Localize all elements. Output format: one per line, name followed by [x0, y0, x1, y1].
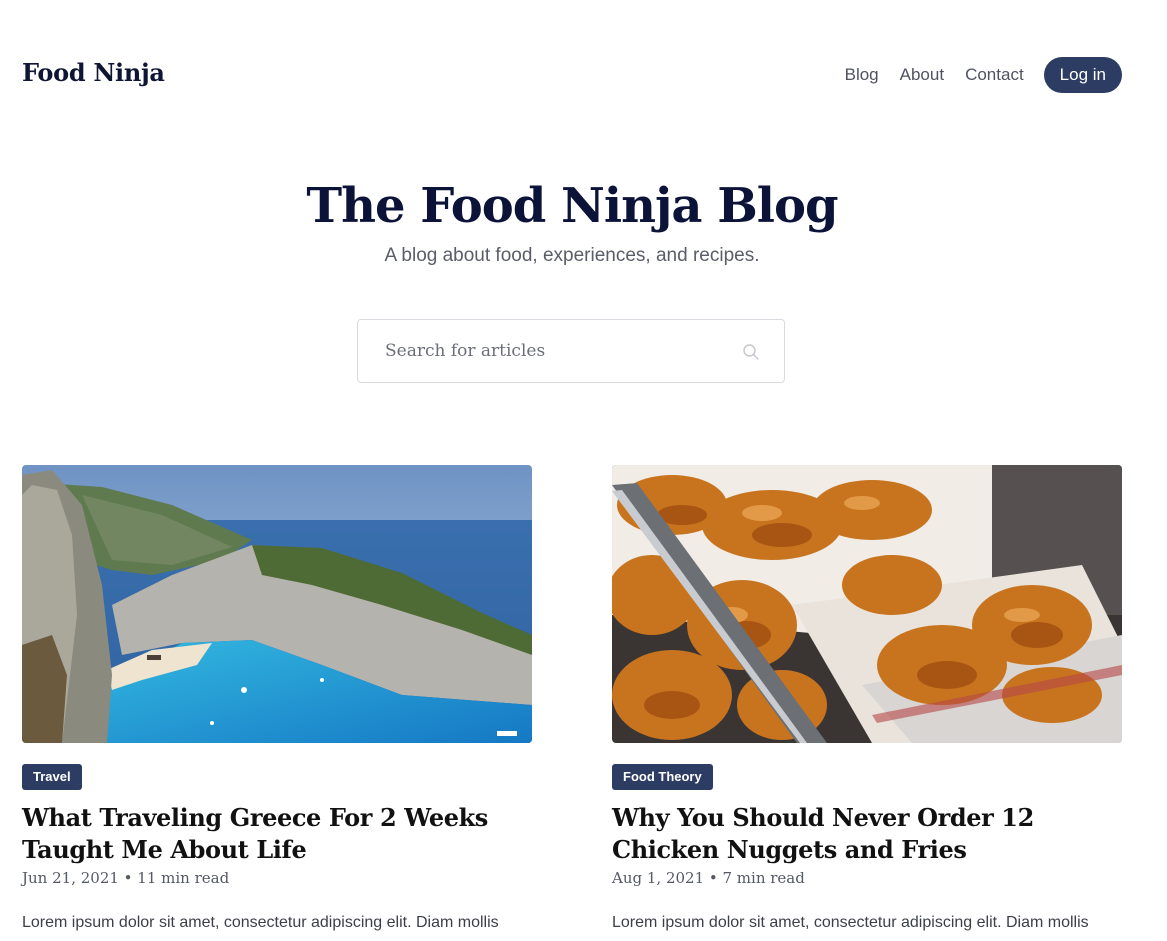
- search-icon[interactable]: [742, 343, 760, 361]
- nav-link-about[interactable]: About: [900, 65, 944, 85]
- page-subtitle: A blog about food, experiences, and reci…: [384, 245, 760, 266]
- nav-link-contact[interactable]: Contact: [965, 65, 1024, 85]
- nav-link-blog[interactable]: Blog: [845, 65, 879, 85]
- article-title[interactable]: Why You Should Never Order 12 Chicken Nu…: [612, 802, 1122, 866]
- article-excerpt: Lorem ipsum dolor sit amet, consectetur …: [612, 914, 1089, 931]
- search-box: [357, 319, 785, 383]
- article-card: Travel What Traveling Greece For 2 Weeks…: [22, 465, 532, 931]
- page-title: The Food Ninja Blog: [306, 178, 838, 234]
- article-tag[interactable]: Food Theory: [612, 764, 713, 790]
- article-title[interactable]: What Traveling Greece For 2 Weeks Taught…: [22, 802, 532, 866]
- article-image-greek-coast[interactable]: [22, 465, 532, 743]
- article-meta: Aug 1, 2021 • 7 min read: [612, 869, 805, 887]
- top-nav: Blog About Contact Log in: [845, 57, 1122, 93]
- brand-logo[interactable]: Food Ninja: [22, 58, 165, 87]
- article-image-fried-chicken[interactable]: [612, 465, 1122, 743]
- article-card: Food Theory Why You Should Never Order 1…: [612, 465, 1122, 931]
- search-input[interactable]: [385, 320, 735, 382]
- article-tag[interactable]: Travel: [22, 764, 82, 790]
- article-meta: Jun 21, 2021 • 11 min read: [22, 869, 230, 887]
- article-excerpt: Lorem ipsum dolor sit amet, consectetur …: [22, 914, 499, 931]
- login-button[interactable]: Log in: [1043, 57, 1122, 93]
